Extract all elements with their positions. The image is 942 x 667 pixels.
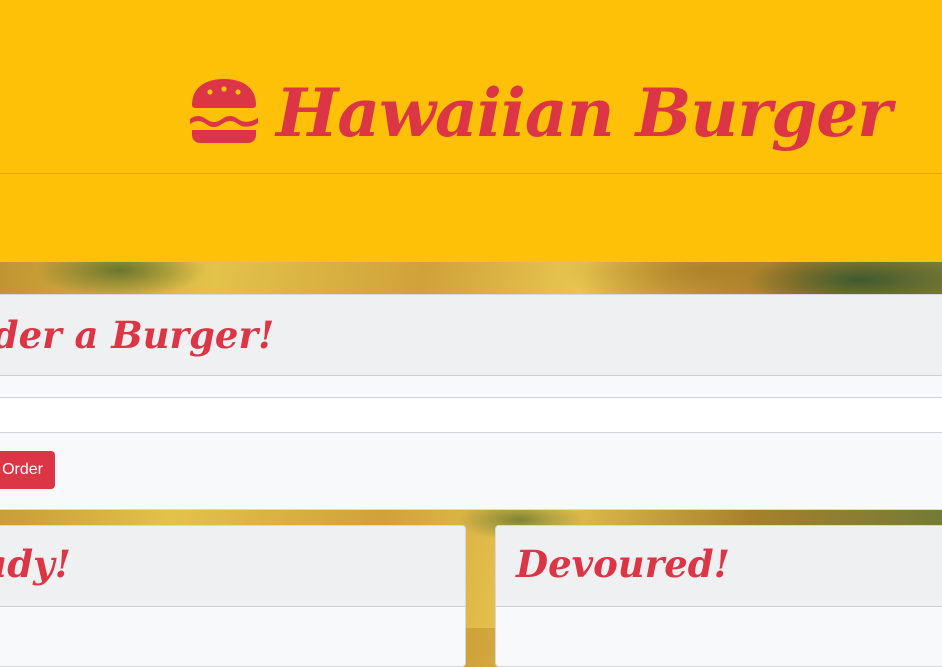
order-form-card: Order a Burger! Order	[0, 294, 942, 510]
devoured-card-header: Devoured!	[496, 526, 942, 607]
header-divider	[0, 173, 942, 174]
site-title: Hawaiian Burger	[276, 74, 892, 152]
ready-card-title: Ready!	[0, 542, 71, 586]
devoured-card: Devoured!	[495, 525, 942, 667]
ready-card-header: Ready!	[0, 526, 465, 607]
ready-card: Ready!	[0, 525, 466, 667]
order-button[interactable]: Order	[0, 451, 55, 489]
hamburger-icon	[188, 78, 260, 148]
order-card-title: Order a Burger!	[0, 313, 275, 357]
devoured-card-title: Devoured!	[516, 542, 730, 586]
burger-name-input[interactable]	[0, 397, 942, 433]
order-card-header: Order a Burger!	[0, 295, 942, 376]
brand: Hawaiian Burger	[188, 68, 892, 158]
site-header: Hawaiian Burger	[0, 0, 942, 262]
